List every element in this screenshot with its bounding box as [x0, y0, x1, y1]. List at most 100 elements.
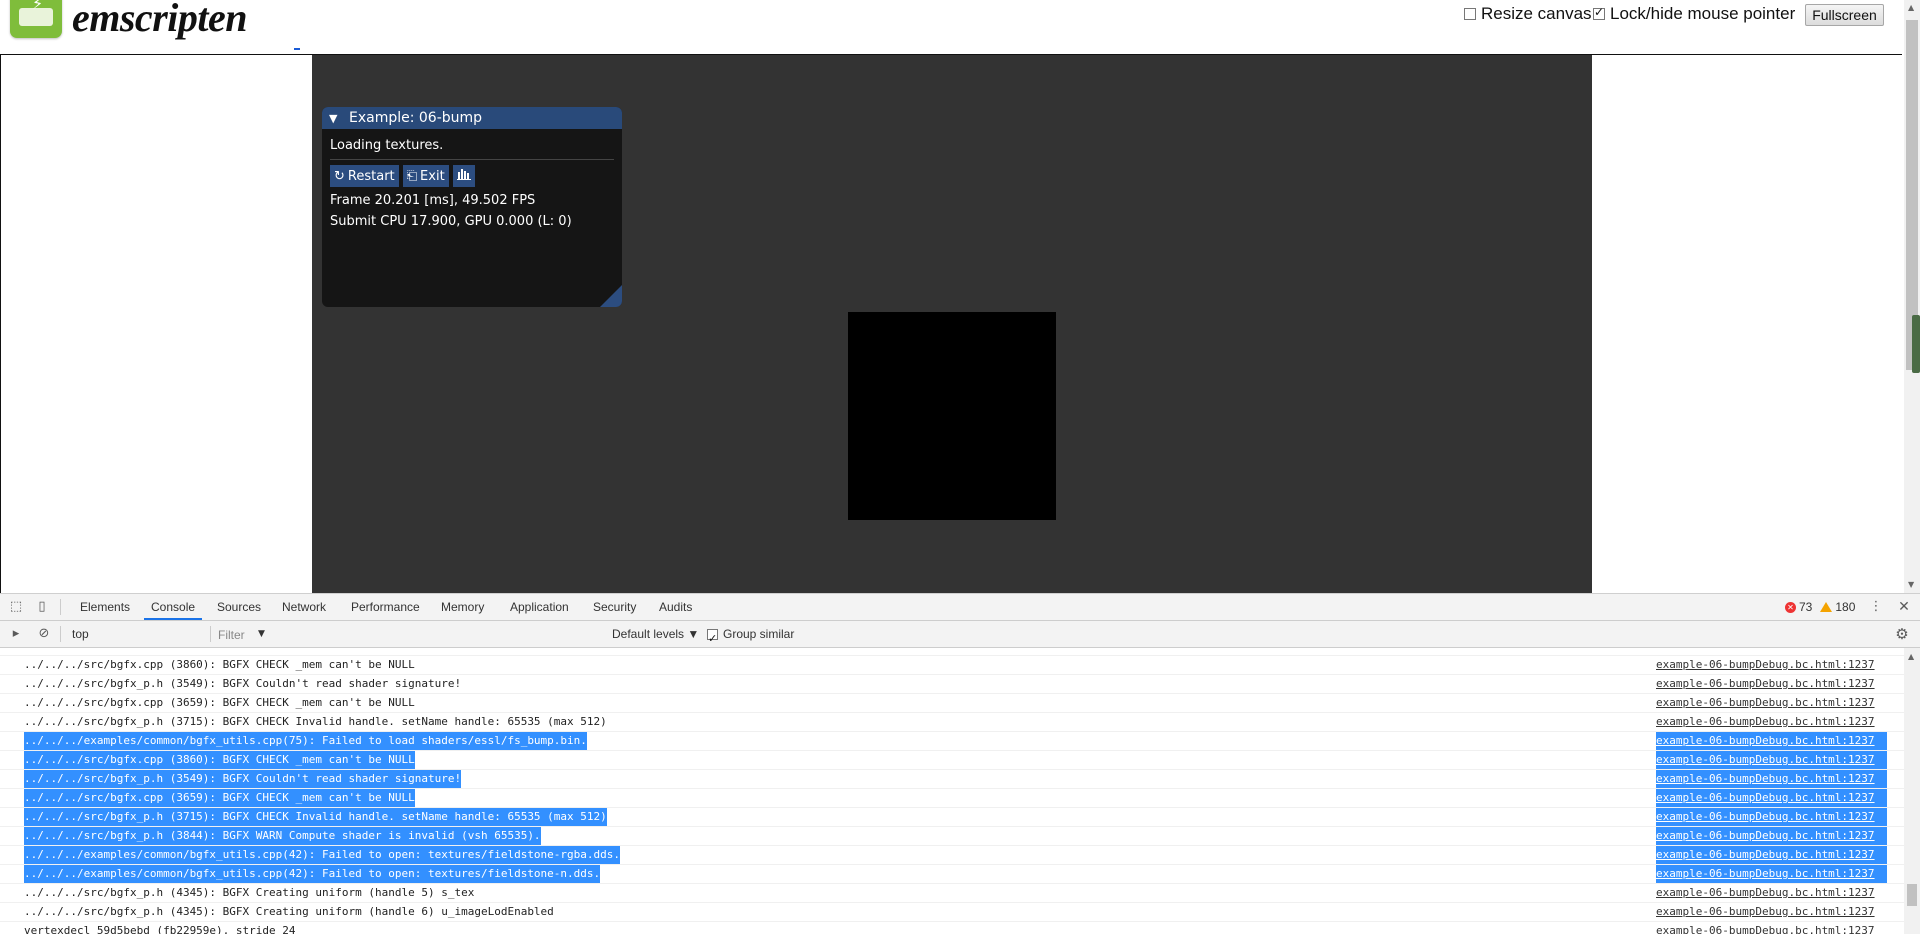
issues-counter[interactable]: ✕ 73 180 — [1785, 600, 1855, 614]
logo-text[interactable]: emscripten — [72, 0, 247, 41]
log-message[interactable]: ../../../src/bgfx_p.h (3549): BGFX Could… — [24, 675, 461, 693]
log-message[interactable]: ../../../src/bgfx.cpp (3659): BGFX CHECK… — [24, 789, 415, 807]
tab-performance[interactable]: Performance — [351, 594, 420, 620]
log-source-link[interactable]: example-06-bumpDebug.bc.html:1237 — [1656, 903, 1875, 921]
restart-icon: ↻ — [334, 168, 345, 184]
close-icon[interactable]: ✕ — [1896, 599, 1912, 615]
device-toolbar-icon[interactable]: ▯ — [34, 599, 50, 615]
rendered-mesh — [848, 312, 1056, 520]
sidebar-toggle-icon[interactable]: ▸ — [8, 626, 24, 642]
tab-sources[interactable]: Sources — [217, 594, 261, 620]
console-scrollbar[interactable]: ▲ — [1904, 648, 1920, 934]
checkbox-checked-icon[interactable] — [1593, 5, 1605, 20]
more-options-icon[interactable]: ⋮ — [1868, 599, 1884, 615]
console-log-row[interactable]: ../../../src/bgfx_p.h (3844): BGFX WARN … — [0, 827, 1904, 846]
bar-chart-icon — [456, 168, 471, 184]
resize-grip-icon[interactable] — [600, 285, 622, 307]
console-log-row[interactable]: ../../../src/bgfx.cpp (3659): BGFX CHECK… — [0, 694, 1904, 713]
log-source-link[interactable]: example-06-bumpDebug.bc.html:1237 — [1656, 808, 1887, 826]
log-message[interactable]: ../../../src/bgfx_p.h (3844): BGFX WARN … — [24, 827, 541, 845]
console-log-row[interactable]: ../../../src/bgfx.cpp (3860): BGFX CHECK… — [0, 751, 1904, 770]
console-log-row[interactable]: vertexdecl 59d5bebd (fb22959e), stride 2… — [0, 922, 1904, 934]
console-log-row[interactable]: ../../../src/bgfx_p.h (4345): BGFX Creat… — [0, 884, 1904, 903]
console-toolbar: ▸ ⊘ top ▼ Default levels ▼ Group similar… — [0, 621, 1920, 652]
side-panel-indicator[interactable] — [1912, 315, 1920, 373]
log-message[interactable]: ../../../src/bgfx_p.h (3549): BGFX Could… — [24, 770, 462, 788]
emscripten-logo[interactable]: ⚡ — [10, 0, 64, 40]
log-source-link[interactable]: example-06-bumpDebug.bc.html:1237 — [1656, 827, 1887, 845]
log-source-link[interactable]: example-06-bumpDebug.bc.html:1237 — [1656, 770, 1887, 788]
lock-pointer-checkbox[interactable]: Lock/hide mouse pointer — [1593, 4, 1795, 24]
checkbox-checked-icon[interactable] — [707, 626, 718, 652]
log-source-link[interactable]: example-06-bumpDebug.bc.html:1237 — [1656, 865, 1887, 883]
imgui-title-bar[interactable]: ▼ Example: 06-bump — [322, 107, 622, 129]
log-source-link[interactable]: example-06-bumpDebug.bc.html:1237 — [1656, 675, 1875, 693]
console-log-row[interactable]: ../../../src/bgfx_p.h (3549): BGFX Could… — [0, 770, 1904, 789]
log-message[interactable]: ../../../src/bgfx_p.h (3715): BGFX CHECK… — [24, 713, 607, 731]
context-selector[interactable]: top ▼ — [68, 625, 265, 643]
console-log-row[interactable]: ../../../examples/common/bgfx_utils.cpp(… — [0, 846, 1904, 865]
log-source-link[interactable]: example-06-bumpDebug.bc.html:1237 — [1656, 884, 1875, 902]
tab-security[interactable]: Security — [593, 594, 636, 620]
console-log-row[interactable]: ../../../examples/common/bgfx_utils.cpp(… — [0, 648, 1904, 656]
console-scroll-thumb[interactable] — [1907, 884, 1917, 906]
filter-input[interactable] — [216, 624, 600, 646]
restart-button[interactable]: ↻ Restart — [330, 165, 399, 187]
console-log-row[interactable]: ../../../src/bgfx_p.h (3715): BGFX CHECK… — [0, 713, 1904, 732]
log-source-link[interactable]: example-06-bumpDebug.bc.html:1237 — [1656, 789, 1887, 807]
lock-pointer-label: Lock/hide mouse pointer — [1610, 4, 1796, 23]
log-source-link[interactable]: example-06-bumpDebug.bc.html:1237 — [1656, 922, 1875, 934]
console-log-row[interactable]: ../../../src/bgfx_p.h (3715): BGFX CHECK… — [0, 808, 1904, 827]
resize-canvas-checkbox[interactable]: Resize canvas — [1464, 4, 1592, 24]
page-scrollbar[interactable]: ▲ ▼ — [1904, 0, 1920, 593]
log-source-link[interactable]: example-06-bumpDebug.bc.html:1237 — [1656, 656, 1875, 674]
devtools-tab-bar: ⬚ ▯ Elements Console Sources Network Per… — [0, 594, 1920, 621]
scroll-down-icon[interactable]: ▼ — [1908, 580, 1914, 589]
console-log-row[interactable]: ../../../src/bgfx_p.h (3549): BGFX Could… — [0, 675, 1904, 694]
tab-elements[interactable]: Elements — [80, 594, 130, 620]
log-message[interactable]: ../../../src/bgfx.cpp (3860): BGFX CHECK… — [24, 656, 415, 674]
tab-memory[interactable]: Memory — [441, 594, 484, 620]
tab-console[interactable]: Console — [144, 594, 203, 620]
imgui-example-window[interactable]: ▼ Example: 06-bump Loading textures. ↻ R… — [322, 107, 622, 307]
log-message[interactable]: vertexdecl 59d5bebd (fb22959e), stride 2… — [24, 922, 296, 934]
stats-button[interactable] — [452, 165, 475, 187]
console-messages[interactable]: ../../../examples/common/bgfx_utils.cpp(… — [0, 648, 1904, 934]
toolbar-divider — [60, 626, 61, 642]
log-source-link[interactable]: example-06-bumpDebug.bc.html:1237 — [1656, 732, 1887, 750]
warning-count: 180 — [1835, 600, 1856, 614]
inspect-element-icon[interactable]: ⬚ — [8, 599, 24, 615]
log-message[interactable]: ../../../examples/common/bgfx_utils.cpp(… — [24, 846, 621, 864]
collapse-triangle-icon[interactable]: ▼ — [329, 112, 341, 125]
console-log-row[interactable]: ../../../src/bgfx_p.h (4345): BGFX Creat… — [0, 903, 1904, 922]
scroll-up-icon[interactable]: ▲ — [1908, 3, 1914, 12]
console-log-row[interactable]: ../../../src/bgfx.cpp (3659): BGFX CHECK… — [0, 789, 1904, 808]
log-source-link[interactable]: example-06-bumpDebug.bc.html:1237 — [1656, 846, 1887, 864]
clear-console-icon[interactable]: ⊘ — [36, 626, 52, 642]
console-log-row[interactable]: ../../../examples/common/bgfx_utils.cpp(… — [0, 865, 1904, 884]
devtools-panel: ⬚ ▯ Elements Console Sources Network Per… — [0, 593, 1920, 934]
console-log-row[interactable]: ../../../examples/common/bgfx_utils.cpp(… — [0, 732, 1904, 751]
webgl-canvas[interactable]: ▼ Example: 06-bump Loading textures. ↻ R… — [312, 55, 1592, 593]
console-log-row[interactable]: ../../../src/bgfx.cpp (3860): BGFX CHECK… — [0, 656, 1904, 675]
tab-audits[interactable]: Audits — [659, 594, 692, 620]
log-message[interactable]: ../../../src/bgfx_p.h (4345): BGFX Creat… — [24, 903, 554, 921]
log-message[interactable]: ../../../src/bgfx.cpp (3659): BGFX CHECK… — [24, 694, 415, 712]
group-similar-checkbox[interactable]: Group similar — [707, 621, 794, 652]
fullscreen-button[interactable]: Fullscreen — [1805, 4, 1884, 26]
log-source-link[interactable]: example-06-bumpDebug.bc.html:1237 — [1656, 694, 1875, 712]
log-message[interactable]: ../../../examples/common/bgfx_utils.cpp(… — [24, 865, 601, 883]
log-source-link[interactable]: example-06-bumpDebug.bc.html:1237 — [1656, 713, 1875, 731]
log-source-link[interactable]: example-06-bumpDebug.bc.html:1237 — [1656, 751, 1887, 769]
scroll-up-icon[interactable]: ▲ — [1908, 652, 1914, 661]
log-message[interactable]: ../../../src/bgfx.cpp (3860): BGFX CHECK… — [24, 751, 415, 769]
log-levels-dropdown[interactable]: Default levels ▼ — [612, 621, 699, 647]
checkbox-icon[interactable] — [1464, 8, 1476, 20]
exit-button[interactable]: ⎗ Exit — [402, 165, 449, 187]
log-message[interactable]: ../../../src/bgfx_p.h (3715): BGFX CHECK… — [24, 808, 607, 826]
settings-gear-icon[interactable]: ⚙ — [1894, 626, 1910, 642]
tab-network[interactable]: Network — [282, 594, 326, 620]
tab-application[interactable]: Application — [510, 594, 569, 620]
log-message[interactable]: ../../../src/bgfx_p.h (4345): BGFX Creat… — [24, 884, 474, 902]
log-message[interactable]: ../../../examples/common/bgfx_utils.cpp(… — [24, 732, 587, 750]
